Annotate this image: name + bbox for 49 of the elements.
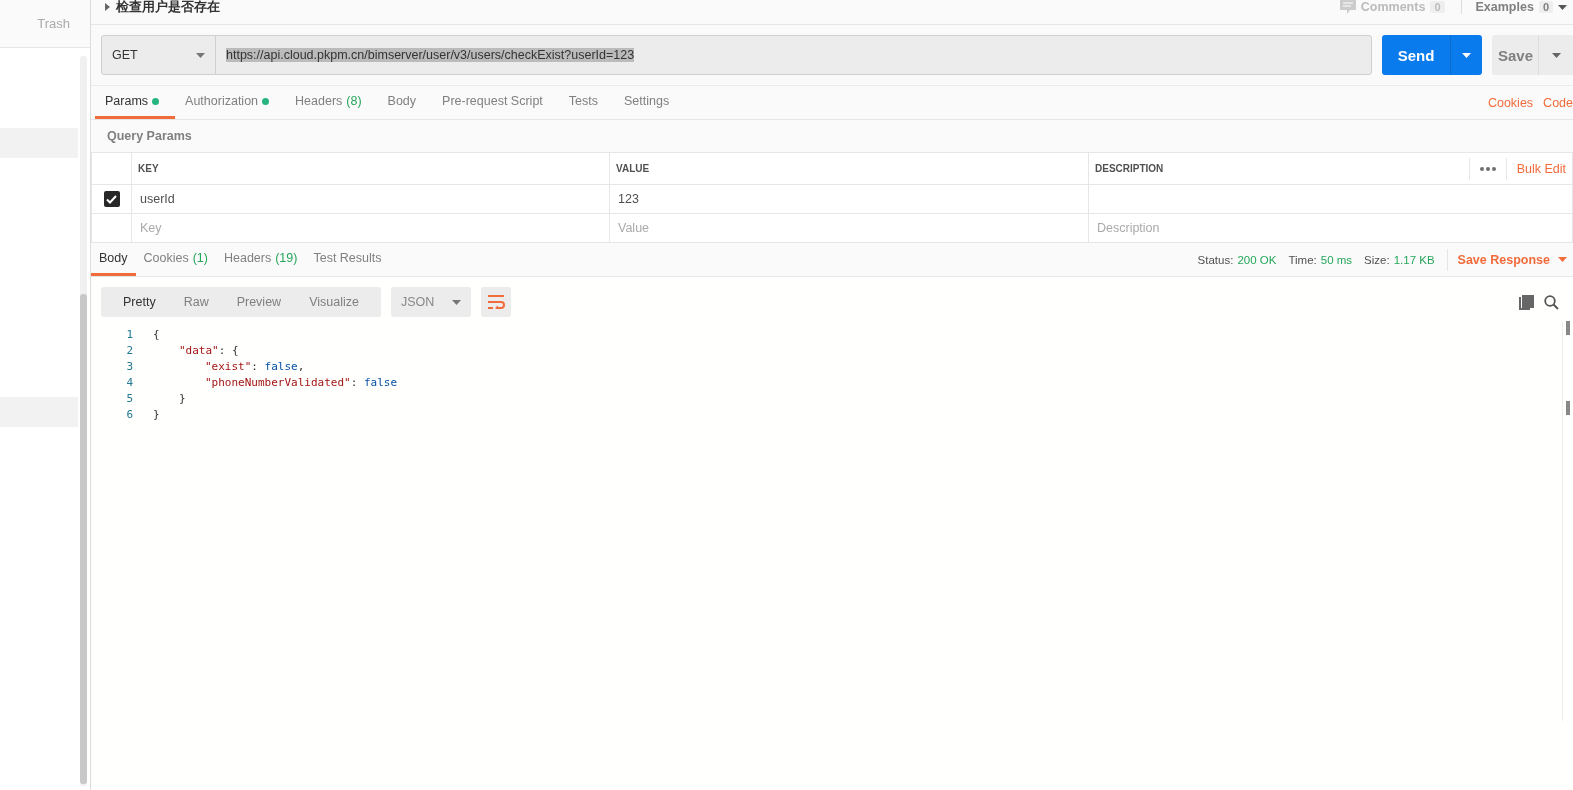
meta-value: 50 ms <box>1320 253 1353 266</box>
response-code: 1 { 2 "data": { 3 "exist": false, 4 "phoneNumberValidated": false 5 } 6 } <box>125 327 399 423</box>
more-icon <box>1479 166 1496 171</box>
meta-label: Time: <box>1288 253 1317 266</box>
caret-icon <box>1462 52 1471 58</box>
column-header: VALUE <box>616 163 650 174</box>
save-response-button[interactable]: Save Response <box>1446 248 1573 271</box>
response-tab[interactable]: Cookies (1) <box>135 243 216 276</box>
caret-icon <box>452 299 462 305</box>
request-tab[interactable]: Params <box>95 86 176 119</box>
column-header: KEY <box>138 163 159 174</box>
checkbox[interactable] <box>103 191 120 207</box>
caret-icon <box>1558 257 1567 262</box>
request-tab[interactable]: Authorization <box>175 86 286 119</box>
wrap-lines-button[interactable] <box>481 287 512 317</box>
caret-icon <box>1558 4 1567 10</box>
view-mode-tab[interactable]: Preview <box>222 287 296 317</box>
request-title: 检查用户是否存在 <box>116 0 220 16</box>
scrollbar-thumb[interactable] <box>80 294 87 784</box>
examples-button[interactable]: Examples 0 <box>1460 0 1567 14</box>
header-link[interactable]: Cookies <box>1487 95 1534 110</box>
meta-value: 1.17 KB <box>1393 253 1435 266</box>
param-value[interactable]: 123 <box>618 192 639 206</box>
request-tab[interactable]: Settings <box>614 86 686 119</box>
request-tab[interactable]: Pre-request Script <box>432 86 559 119</box>
response-tab[interactable]: Headers (19) <box>215 243 306 276</box>
response-tab[interactable]: Test Results <box>305 243 390 276</box>
bulk-edit-link[interactable]: Bulk Edit <box>1506 161 1566 176</box>
meta-label: Status: <box>1197 253 1234 266</box>
wrap-lines-icon <box>487 295 506 309</box>
copy-icon[interactable] <box>1519 294 1534 310</box>
format-dropdown[interactable]: JSON <box>390 287 472 317</box>
meta-value: 200 OK <box>1237 253 1277 266</box>
search-icon[interactable] <box>1544 294 1559 310</box>
section-title: Query Params <box>107 129 192 143</box>
view-mode-tab[interactable]: Raw <box>169 287 223 317</box>
view-mode-tab[interactable]: Pretty <box>109 287 170 317</box>
caret-icon <box>1551 52 1561 58</box>
request-tab[interactable]: Tests <box>558 86 614 119</box>
param-key[interactable]: userId <box>140 192 175 206</box>
more-options-button[interactable] <box>1468 157 1507 180</box>
column-header: DESCRIPTION <box>1095 163 1164 174</box>
expand-triangle-icon[interactable] <box>105 3 110 11</box>
trash-link[interactable]: Trash <box>37 16 70 31</box>
header-link[interactable]: Code <box>1543 95 1573 110</box>
view-mode-tab[interactable]: Visualize <box>295 287 373 317</box>
meta-label: Size: <box>1364 253 1390 266</box>
request-tab[interactable]: Body <box>377 86 433 119</box>
request-tab[interactable]: Headers (8) <box>285 86 378 119</box>
